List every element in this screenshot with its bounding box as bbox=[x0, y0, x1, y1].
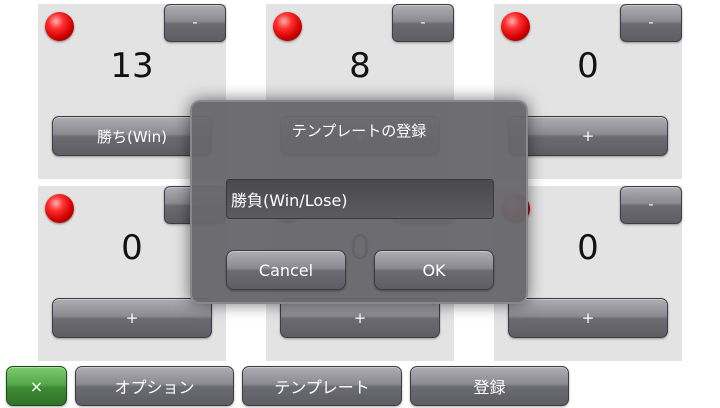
register-button[interactable]: 登録 bbox=[410, 366, 569, 406]
red-led-icon bbox=[45, 194, 74, 223]
count-value: 13 bbox=[110, 46, 154, 86]
template-register-dialog: テンプレートの登録 Cancel OK bbox=[190, 100, 528, 304]
decrement-button[interactable]: - bbox=[620, 4, 682, 42]
close-button[interactable]: × bbox=[6, 366, 67, 406]
ok-button[interactable]: OK bbox=[374, 250, 494, 290]
template-button[interactable]: テンプレート bbox=[242, 366, 402, 406]
red-led-icon bbox=[273, 12, 302, 41]
increment-button[interactable]: + bbox=[280, 298, 440, 338]
count-value: 0 bbox=[577, 46, 599, 86]
decrement-button[interactable]: - bbox=[620, 186, 682, 224]
increment-button[interactable]: + bbox=[52, 298, 212, 338]
decrement-button[interactable]: - bbox=[164, 4, 226, 42]
cancel-button[interactable]: Cancel bbox=[226, 250, 346, 290]
count-value: 8 bbox=[349, 46, 371, 86]
options-button[interactable]: オプション bbox=[75, 366, 234, 406]
decrement-button[interactable]: - bbox=[392, 4, 454, 42]
increment-button[interactable]: + bbox=[508, 116, 668, 156]
red-led-icon bbox=[45, 12, 74, 41]
increment-button[interactable]: 勝ち(Win) bbox=[52, 116, 212, 156]
template-name-input[interactable] bbox=[226, 179, 494, 219]
red-led-icon bbox=[501, 12, 530, 41]
increment-button[interactable]: + bbox=[508, 298, 668, 338]
dialog-title: テンプレートの登録 bbox=[291, 122, 427, 140]
